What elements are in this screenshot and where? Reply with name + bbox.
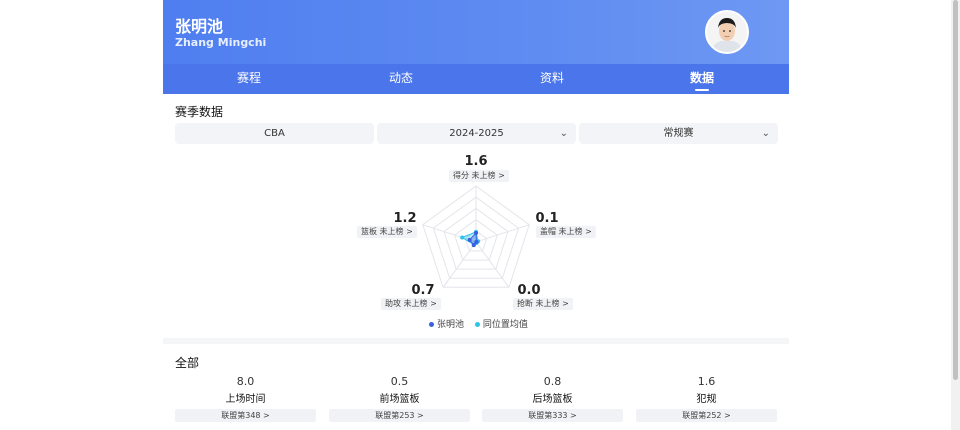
tab-profile[interactable]: 资料 <box>474 64 630 94</box>
radar-value-blocks: 0.1 <box>535 211 559 226</box>
league-select[interactable]: CBA <box>175 123 374 144</box>
metric-def-rebounds: 0.8 后场篮板 联盟第333 > <box>482 375 623 422</box>
player-name-en: Zhang Mingchi <box>175 36 267 49</box>
legend-average-label: 同位置均值 <box>482 320 528 330</box>
metric-label: 前场篮板 <box>379 394 420 405</box>
player-panel: 张明池 Zhang Mingchi 赛程 动态 资料 数据 赛季数据 CBA 2… <box>163 0 789 430</box>
stage-select-value: 常规赛 <box>663 128 694 139</box>
tab-stats[interactable]: 数据 <box>624 64 780 94</box>
metric-value: 0.5 <box>390 375 409 388</box>
player-photo-icon <box>707 12 747 52</box>
season-select-value: 2024-2025 <box>449 128 504 139</box>
radar-legend: 张明池 同位置均值 <box>429 317 536 330</box>
metric-rank[interactable]: 联盟第333 > <box>482 409 623 422</box>
metric-rank[interactable]: 联盟第253 > <box>329 409 470 422</box>
tab-bar: 赛程 动态 资料 数据 <box>163 64 789 94</box>
metric-minutes: 8.0 上场时间 联盟第348 > <box>175 375 316 422</box>
radar-rank-steals[interactable]: 抢断 未上榜 > <box>513 298 573 310</box>
radar-value-points: 1.6 <box>464 154 488 169</box>
season-stats-title: 赛季数据 <box>175 105 224 119</box>
tab-schedule[interactable]: 赛程 <box>171 64 327 94</box>
tab-stats-label: 数据 <box>689 71 714 85</box>
metric-label: 后场篮板 <box>532 394 573 405</box>
legend-average-dot <box>474 322 480 327</box>
player-header: 张明池 Zhang Mingchi <box>163 0 789 64</box>
all-stats-title: 全部 <box>175 356 200 370</box>
legend-player-label: 张明池 <box>437 320 465 330</box>
radar-player-point <box>474 231 478 236</box>
radar-chart: 1.6 得分 未上榜 > 0.1 盖帽 未上榜 > 0.0 抢断 未上榜 > 0… <box>163 150 789 340</box>
radar-value-steals: 0.0 <box>517 283 541 298</box>
metric-off-rebounds: 0.5 前场篮板 联盟第253 > <box>329 375 470 422</box>
tab-news[interactable]: 动态 <box>323 64 479 94</box>
chevron-down-icon: ⌄ <box>761 128 770 139</box>
radar-value-assists: 0.7 <box>411 283 435 298</box>
radar-player-point <box>471 243 476 248</box>
radar-player-point <box>467 237 472 242</box>
radar-rank-assists[interactable]: 助攻 未上榜 > <box>381 298 441 310</box>
radar-average-point <box>460 235 465 240</box>
metric-value: 0.8 <box>543 375 562 388</box>
chevron-down-icon: ⌄ <box>559 128 568 139</box>
radar-rank-points[interactable]: 得分 未上榜 > <box>449 170 509 182</box>
legend-player-dot <box>429 322 434 327</box>
metric-fouls: 1.6 犯规 联盟第252 > <box>636 375 777 422</box>
avatar[interactable] <box>705 10 749 54</box>
legend-average: 同位置均值 <box>474 317 528 330</box>
metric-label: 犯规 <box>696 394 717 405</box>
scrollbar-thumb[interactable] <box>953 0 958 380</box>
season-select[interactable]: 2024-2025 ⌄ <box>377 123 576 144</box>
metric-value: 1.6 <box>697 375 716 388</box>
player-name: 张明池 <box>175 17 224 36</box>
radar-rank-rebounds[interactable]: 篮板 未上榜 > <box>357 226 417 238</box>
metric-value: 8.0 <box>236 375 255 388</box>
radar-rank-blocks[interactable]: 盖帽 未上榜 > <box>536 226 596 238</box>
radar-value-rebounds: 1.2 <box>393 211 417 226</box>
league-select-value: CBA <box>264 128 285 139</box>
metric-rank[interactable]: 联盟第252 > <box>636 409 777 422</box>
metric-label: 上场时间 <box>225 394 266 405</box>
section-divider <box>163 338 789 344</box>
legend-player: 张明池 <box>429 317 464 330</box>
metric-rank[interactable]: 联盟第348 > <box>175 409 316 422</box>
page-scrollbar[interactable] <box>951 0 960 430</box>
stage-select[interactable]: 常规赛 ⌄ <box>579 123 778 144</box>
active-tab-indicator <box>695 89 709 91</box>
